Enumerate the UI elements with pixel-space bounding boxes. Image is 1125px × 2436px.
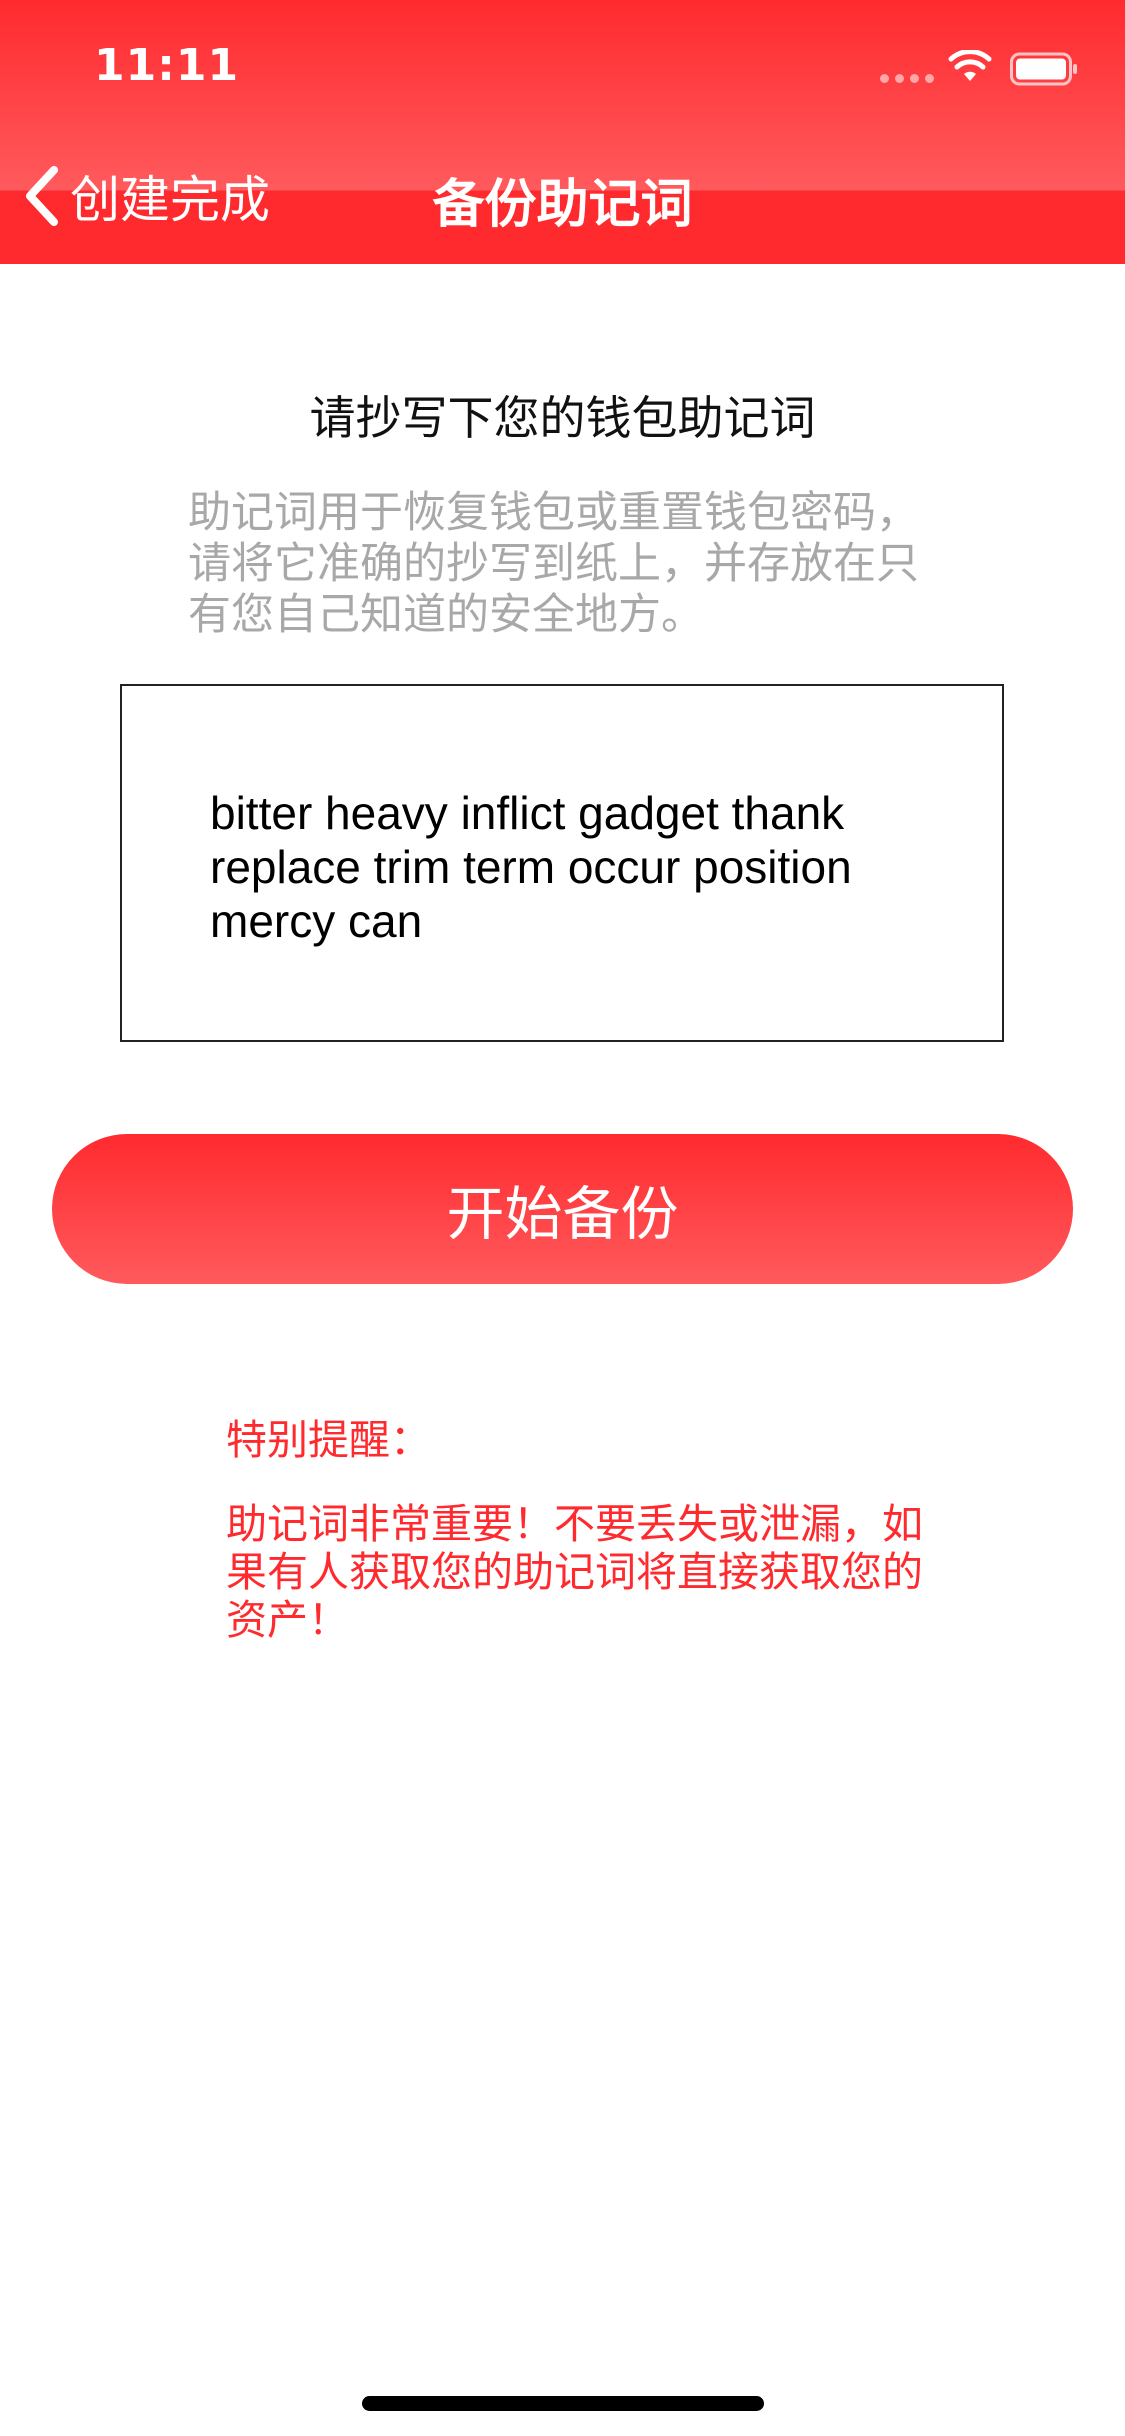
signal-icon <box>880 74 934 83</box>
status-time: 11:11 <box>94 40 240 91</box>
notice-title: 特别提醒： <box>226 1416 431 1464</box>
wifi-icon <box>948 50 992 81</box>
start-backup-button[interactable]: 开始备份 <box>52 1134 1073 1284</box>
notice-body: 助记词非常重要！不要丢失或泄漏，如果有人获取您的助记词将直接获取您的资产！ <box>226 1500 923 1644</box>
instruction-description: 助记词用于恢复钱包或重置钱包密码，请将它准确的抄写到纸上，并存放在只有您自己知道… <box>188 488 919 640</box>
start-backup-button-label: 开始备份 <box>446 1180 679 1248</box>
mnemonic-phrase: bitter heavy inflict gadget thank replac… <box>210 787 852 947</box>
battery-icon <box>1010 52 1077 86</box>
mnemonic-display-box: bitter heavy inflict gadget thank replac… <box>120 684 1004 1042</box>
page-title: 备份助记词 <box>432 175 693 235</box>
home-indicator[interactable] <box>362 2396 764 2411</box>
instruction-heading: 请抄写下您的钱包助记词 <box>309 391 816 445</box>
backup-mnemonic-screen: 11:11 创建完成 备份助记词 请抄写下您的钱包助记词 助记词用于恢复钱包或重… <box>0 0 1125 2436</box>
nav-header: 11:11 创建完成 备份助记词 <box>0 0 1125 264</box>
